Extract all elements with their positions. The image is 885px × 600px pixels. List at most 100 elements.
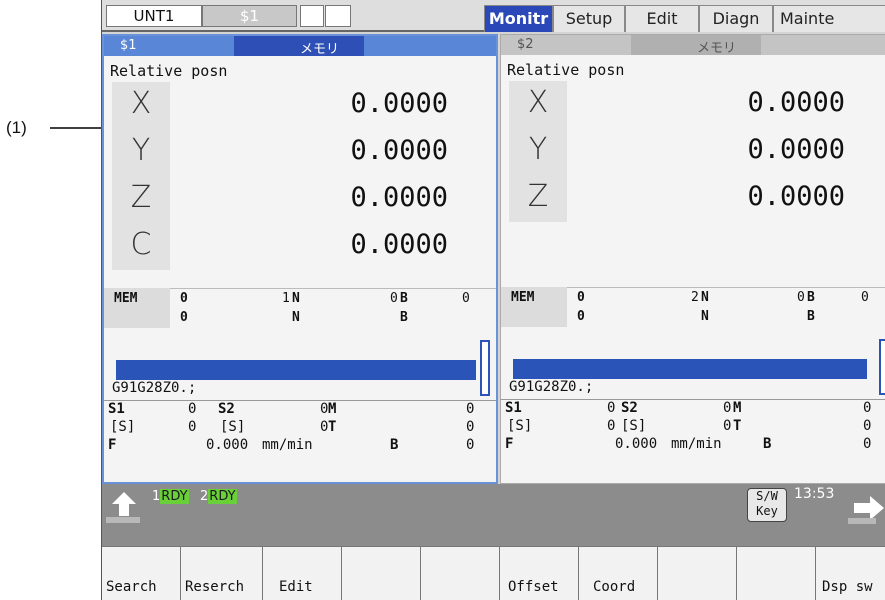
s1-value: 0 [188, 401, 197, 417]
axis-value: 0.0000 [747, 134, 845, 165]
axis-label: X [130, 86, 152, 121]
s2-label: S2 [218, 401, 235, 417]
t-label: T [733, 418, 742, 434]
tab-diagn[interactable]: Diagn [699, 5, 773, 32]
scroll-indicator[interactable] [879, 339, 885, 395]
menu-edit[interactable]: Edit [263, 547, 342, 600]
s2-value: 0 [723, 400, 732, 416]
axis-value: 0.0000 [747, 87, 845, 118]
sw-key-line2: Key [756, 504, 778, 518]
s1-label: S1 [505, 400, 522, 416]
menu-blank-5[interactable] [421, 547, 500, 600]
s-bracket-2: [S] [220, 419, 246, 435]
tab-setup[interactable]: Setup [553, 5, 625, 32]
axis-label: Y [528, 132, 548, 167]
panel-system-label: $2 [517, 37, 534, 52]
sw-key-button[interactable]: S/W Key [747, 488, 787, 522]
operation-mode: MEM [511, 290, 535, 305]
status-area: 1RDY 2RDY S/W Key 13:53 [102, 484, 885, 546]
program-status: MEM 0 0 1 N N 0 B B 0 [104, 288, 496, 328]
mode-cell-lower [104, 308, 170, 328]
menu-label: Reserch [185, 579, 245, 595]
b-value: 0 [863, 436, 872, 452]
rdy-badge: RDY [160, 489, 189, 504]
axis-value: 0.0000 [747, 181, 845, 212]
b-value: 0 [861, 290, 869, 305]
s2-label: S2 [621, 400, 638, 416]
m-label: M [328, 401, 337, 417]
axis-value: 0.0000 [350, 229, 448, 260]
system-1-ready: 1RDY [152, 488, 189, 506]
f-value: 0.000 [206, 437, 249, 453]
header-band [631, 35, 761, 55]
menu-coord[interactable]: Coord [579, 547, 658, 600]
position-title: Relative posn [507, 61, 625, 79]
n-label-2: N [701, 309, 709, 324]
status-slot-1 [300, 5, 324, 27]
tab-monitr[interactable]: Monitr [484, 5, 553, 32]
b-index: 0 [797, 290, 805, 305]
s-bracket-1: [S] [507, 418, 533, 434]
spindle-feed-grid: S1 0 S2 0 M 0 [S] 0 [S] 0 T 0 F 0.000 mm… [501, 399, 885, 483]
menu-label: Dsp sw [822, 579, 873, 595]
menu-label: Coord [593, 579, 636, 595]
menu-dsp-sw[interactable]: Dsp sw [816, 547, 885, 600]
n-label: N [292, 291, 300, 306]
mode-cell: MEM [104, 288, 170, 308]
sw-key-line1: S/W [756, 489, 778, 503]
clock: 13:53 [794, 486, 835, 502]
program-progress-bar [116, 360, 476, 380]
axis-column: X Y Z [509, 81, 567, 222]
status-slot-2 [325, 5, 351, 27]
menu-reserch[interactable]: Reserch [181, 547, 263, 600]
axis-value: 0.0000 [350, 135, 448, 166]
spindle-feed-grid: S1 0 S2 0 M 0 [S] 0 [S] 0 T 0 F 0.000 mm… [104, 400, 496, 484]
system-2-panel[interactable]: $2 メモリ Relative posn X Y Z 0.0000 0.0000… [500, 34, 885, 484]
b-value: 0 [462, 291, 470, 306]
menu-label: Search [106, 579, 157, 595]
b-label: B [807, 290, 815, 305]
menu-search[interactable]: Search [102, 547, 181, 600]
b-label: B [400, 291, 408, 306]
program-progress-bar [513, 359, 867, 379]
b-index: 0 [390, 291, 398, 306]
system-2-ready: 2RDY [200, 488, 237, 506]
operation-mode: MEM [114, 291, 138, 306]
menu-blank-8[interactable] [658, 547, 737, 600]
m-value: 0 [863, 400, 872, 416]
b-label-2: B [400, 310, 408, 325]
axis-value: 0.0000 [350, 182, 448, 213]
t-value: 0 [863, 418, 872, 434]
f-label: F [108, 437, 117, 453]
o-number-2: 0 [180, 310, 188, 325]
axis-column: X Y Z C [112, 82, 170, 270]
s-bracket-2-value: 0 [723, 418, 732, 434]
axis-label: Z [130, 180, 152, 215]
menu-blank-4[interactable] [342, 547, 421, 600]
position-title: Relative posn [110, 62, 228, 80]
tab-mainte[interactable]: Mainte [773, 5, 885, 32]
s-bracket-2: [S] [621, 418, 647, 434]
b-label: B [763, 436, 772, 452]
system-1-panel[interactable]: $1 メモリ Relative posn X Y Z C 0.0000 0.00… [102, 34, 498, 484]
s-bracket-1: [S] [110, 419, 136, 435]
menu-label: Offset [508, 579, 559, 595]
menu-offset[interactable]: Offset [500, 547, 579, 600]
menu-label: Edit [279, 579, 313, 595]
scroll-indicator[interactable] [480, 340, 490, 396]
menu-blank-9[interactable] [737, 547, 816, 600]
cnc-screen: UNT1 $1 Monitr Setup Edit Diagn Mainte $… [101, 0, 885, 600]
tab-edit[interactable]: Edit [625, 5, 699, 32]
unit-indicator: UNT1 [106, 5, 202, 27]
o-number: 0 [180, 291, 188, 306]
previous-page-icon[interactable] [104, 490, 144, 526]
panel-system-label: $1 [120, 38, 137, 53]
f-label: F [505, 436, 514, 452]
m-value: 0 [466, 401, 475, 417]
n-label-2: N [292, 310, 300, 325]
next-page-icon[interactable] [846, 492, 885, 528]
panel-header: $2 メモリ [501, 35, 885, 56]
program-status: MEM 0 0 2 N N 0 B B 0 [501, 287, 885, 327]
menu-bar: Search Reserch Edit Offset Coord Dsp sw [102, 546, 885, 600]
system-indicator: $1 [202, 5, 297, 27]
